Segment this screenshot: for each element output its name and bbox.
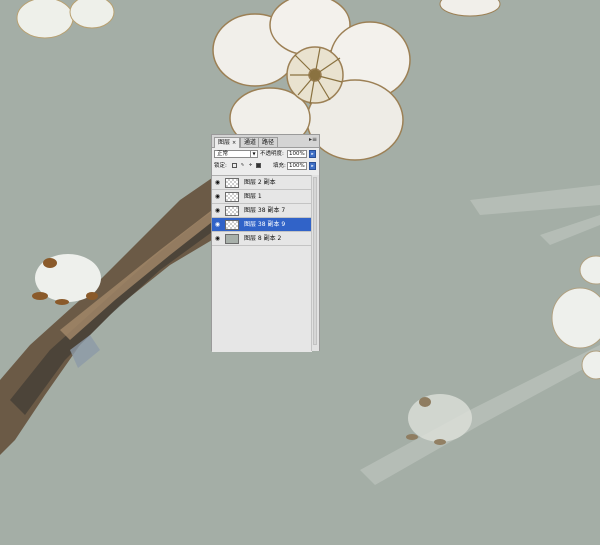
layer-name: 图层 38 副本 7 <box>244 207 286 214</box>
fill-slider-button[interactable]: ▸ <box>309 162 316 170</box>
lock-position-icon[interactable]: ✛ <box>248 163 253 168</box>
blend-mode-select[interactable]: 正常 ▼ <box>214 150 258 158</box>
blend-mode-value: 正常 <box>217 151 229 157</box>
panel-tab-bar: 图层 × 通道 路径 ▸≡ <box>212 135 319 148</box>
layer-thumbnail <box>225 178 239 188</box>
tab-channels-label: 通道 <box>244 139 257 146</box>
scrollbar-thumb[interactable] <box>313 177 317 345</box>
fill-label: 填充: <box>273 163 286 169</box>
layer-row[interactable]: ◉ 图层 1 <box>212 190 316 204</box>
layers-panel: 图层 × 通道 路径 ▸≡ 正常 ▼ 不透明度: 100% ▸ 锁定: ✎ ✛ 填… <box>211 134 320 352</box>
opacity-slider-button[interactable]: ▸ <box>309 150 316 158</box>
tab-channels[interactable]: 通道 <box>240 137 261 147</box>
eye-icon[interactable]: ◉ <box>214 221 221 228</box>
chevron-down-icon: ▼ <box>250 151 257 157</box>
opacity-label: 不透明度: <box>260 151 284 157</box>
lock-fill-row: 锁定: ✎ ✛ 填充: 100% ▸ <box>212 160 319 172</box>
layer-name: 图层 8 副本 2 <box>244 235 282 242</box>
layer-row[interactable]: ◉ 图层 38 副本 7 <box>212 204 316 218</box>
panel-menu-icon[interactable]: ▸≡ <box>309 136 317 144</box>
blend-opacity-row: 正常 ▼ 不透明度: 100% ▸ <box>212 148 319 160</box>
fill-input[interactable]: 100% <box>287 162 307 170</box>
tab-layers[interactable]: 图层 × <box>214 137 241 148</box>
layers-scrollbar[interactable] <box>311 175 319 351</box>
layer-row-selected[interactable]: ◉ 图层 38 副本 9 <box>212 218 316 232</box>
layer-thumbnail <box>225 192 239 202</box>
eye-icon[interactable]: ◉ <box>214 235 221 242</box>
eye-icon[interactable]: ◉ <box>214 193 221 200</box>
lock-label: 锁定: <box>214 163 227 169</box>
tab-paths-label: 路径 <box>262 139 275 146</box>
layer-thumbnail <box>225 206 239 216</box>
eye-icon[interactable]: ◉ <box>214 207 221 214</box>
lock-image-icon[interactable]: ✎ <box>240 163 245 168</box>
layer-thumbnail <box>225 220 239 230</box>
layer-name: 图层 1 <box>244 193 262 200</box>
layer-row[interactable]: ◉ 图层 2 副本 <box>212 176 316 190</box>
layer-name: 图层 2 副本 <box>244 179 276 186</box>
close-icon[interactable]: × <box>232 140 236 146</box>
lock-transparency-icon[interactable] <box>232 163 237 168</box>
layers-list: ◉ 图层 2 副本 ◉ 图层 1 ◉ 图层 38 副本 7 ◉ 图层 38 副本… <box>212 175 316 352</box>
layer-thumbnail <box>225 234 239 244</box>
layer-name: 图层 38 副本 9 <box>244 221 286 228</box>
tab-layers-label: 图层 <box>218 139 231 146</box>
eye-icon[interactable]: ◉ <box>214 179 221 186</box>
opacity-input[interactable]: 100% <box>287 150 307 158</box>
lock-all-icon[interactable] <box>256 163 261 168</box>
tab-paths[interactable]: 路径 <box>258 137 279 147</box>
layer-row[interactable]: ◉ 图层 8 副本 2 <box>212 232 316 246</box>
